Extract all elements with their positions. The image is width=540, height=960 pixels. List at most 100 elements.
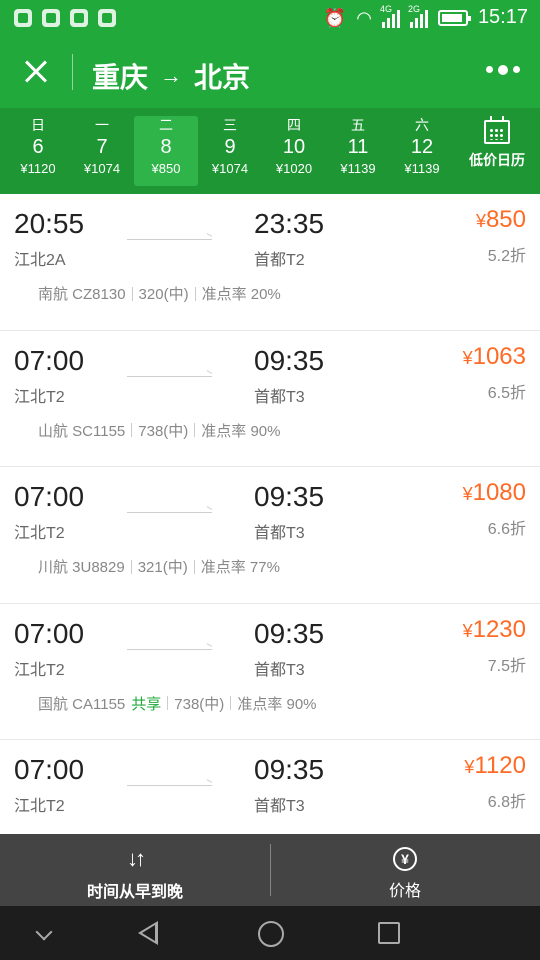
flight-row[interactable]: 07:00 江北T2 09:35 首都T3 ¥1080 6.6折 川航 3U88… bbox=[0, 467, 540, 604]
sort-by-price-button[interactable]: ¥ 价格 bbox=[270, 834, 540, 906]
date-item-selected[interactable]: 二 8 ¥850 bbox=[134, 116, 198, 186]
swift-app-icon bbox=[42, 9, 60, 27]
route-arrow: → bbox=[160, 63, 183, 88]
currency-symbol: ¥ bbox=[462, 484, 473, 504]
date-label: 8 bbox=[160, 136, 172, 158]
departure-airport: 江北T2 bbox=[14, 798, 65, 815]
flight-row[interactable]: 07:00 江北T2 09:35 首都T3 ¥1230 7.5折 国航 CA11… bbox=[0, 603, 540, 740]
departure-time: 20:55 bbox=[14, 208, 85, 239]
departure-airport: 江北2A bbox=[14, 252, 66, 269]
low-price-calendar-button[interactable]: 低价日历 bbox=[462, 116, 532, 170]
date-item[interactable]: 一 7 ¥1074 bbox=[70, 116, 134, 186]
departure-airport: 江北T2 bbox=[14, 525, 65, 542]
weekday-label: 五 bbox=[351, 117, 365, 133]
arrival-time: 09:35 bbox=[254, 344, 325, 376]
hide-nav-icon[interactable] bbox=[35, 923, 53, 941]
arrival-time: 09:35 bbox=[254, 754, 325, 785]
date-price: ¥1074 bbox=[83, 161, 121, 176]
flight-list: 20:55 江北2A 23:35 首都T2 ¥850 5.2折 南航 CZ813… bbox=[0, 194, 540, 877]
currency-symbol: ¥ bbox=[462, 620, 473, 641]
yen-icon: ¥ bbox=[393, 847, 417, 871]
date-label: 7 bbox=[96, 136, 108, 158]
date-label: 6 bbox=[32, 136, 44, 158]
weekday-label: 六 bbox=[415, 117, 429, 133]
departure-time: 07:00 bbox=[14, 344, 85, 376]
back-icon[interactable] bbox=[138, 921, 158, 945]
codeshare-badge: 共享 bbox=[131, 695, 162, 713]
price-value: 1080 bbox=[472, 479, 526, 506]
arrival-time: 23:35 bbox=[254, 208, 325, 239]
date-item[interactable]: 四 10 ¥1020 bbox=[262, 116, 326, 186]
sort-icon: ↓↑ bbox=[127, 846, 146, 871]
network-type-label: 4G bbox=[379, 3, 392, 14]
weekday-label: 日 bbox=[31, 117, 45, 133]
shield-app-icon bbox=[14, 9, 32, 27]
currency-symbol: ¥ bbox=[462, 347, 473, 368]
price-value: 1230 bbox=[472, 615, 526, 643]
flight-info: 南航 CZ8130 320(中) 准点率 20% bbox=[38, 283, 281, 304]
sort-label: 时间从早到晚 bbox=[86, 884, 183, 901]
wifi-icon: ◠ bbox=[356, 7, 372, 28]
route-line-icon bbox=[127, 239, 212, 240]
home-icon[interactable] bbox=[258, 921, 284, 947]
flight-info: 山航 SC1155 738(中) 准点率 90% bbox=[38, 420, 281, 441]
date-item[interactable]: 日 6 ¥1120 bbox=[6, 116, 70, 186]
ontime-rate: 准点率 90% bbox=[201, 422, 281, 440]
date-item[interactable]: 五 11 ¥1139 bbox=[326, 116, 390, 186]
currency-symbol: ¥ bbox=[464, 757, 475, 777]
sort-by-time-button[interactable]: ↓↑ 时间从早到晚 bbox=[0, 834, 270, 906]
currency-symbol: ¥ bbox=[475, 211, 486, 231]
ontime-rate: 准点率 90% bbox=[237, 695, 317, 713]
departure-airport: 江北T2 bbox=[14, 388, 65, 406]
aircraft-type: 738(中) bbox=[138, 422, 189, 440]
page-title: 重庆 → 北京 bbox=[92, 56, 250, 96]
discount-label: 7.5折 bbox=[487, 657, 526, 675]
arrival-airport: 首都T3 bbox=[254, 525, 305, 542]
battery-icon bbox=[437, 9, 471, 26]
flight-row[interactable]: 07:00 江北T2 09:35 首都T3 ¥1063 6.5折 山航 SC11… bbox=[0, 330, 540, 467]
bottom-action-bar: ↓↑ 时间从早到晚 ¥ 价格 bbox=[0, 834, 540, 906]
calendar-icon bbox=[484, 116, 510, 144]
discount-label: 6.8折 bbox=[487, 794, 526, 811]
title-divider bbox=[72, 54, 73, 90]
route-line-icon bbox=[127, 375, 212, 377]
airline-flight-number: 山航 SC1155 bbox=[38, 422, 126, 440]
price-sort-label: 价格 bbox=[388, 883, 421, 900]
date-strip: 日 6 ¥1120 一 7 ¥1074 二 8 ¥850 三 9 ¥1074 四… bbox=[0, 108, 540, 194]
flight-info: 川航 3U8829 321(中) 准点率 77% bbox=[38, 556, 280, 577]
departure-airport: 江北T2 bbox=[14, 661, 65, 679]
signal-icon-2: 2G bbox=[408, 4, 428, 28]
date-item[interactable]: 六 12 ¥1139 bbox=[390, 116, 454, 186]
close-button[interactable] bbox=[18, 52, 58, 92]
ontime-rate: 准点率 20% bbox=[201, 286, 281, 303]
network-type-label-2: 2G bbox=[407, 3, 420, 14]
arrival-airport: 首都T2 bbox=[254, 252, 305, 269]
price-value: 1120 bbox=[474, 752, 526, 779]
system-nav-bar bbox=[0, 906, 540, 960]
date-label: 10 bbox=[282, 136, 306, 158]
flight-price: ¥850 bbox=[476, 206, 526, 234]
calendar-label: 低价日历 bbox=[469, 152, 525, 168]
date-price: ¥850 bbox=[151, 161, 181, 176]
airline-flight-number: 川航 3U8829 bbox=[38, 559, 125, 576]
weekday-label: 三 bbox=[223, 117, 237, 133]
gallery-app-icon bbox=[70, 9, 88, 27]
departure-time: 07:00 bbox=[14, 754, 85, 785]
origin-city: 重庆 bbox=[92, 62, 149, 93]
aircraft-type: 321(中) bbox=[137, 559, 188, 576]
flight-price: ¥1120 bbox=[464, 752, 526, 780]
flight-info: 国航 CA1155 共享 738(中) 准点率 90% bbox=[38, 693, 317, 714]
more-options-button[interactable] bbox=[486, 64, 520, 75]
flight-row[interactable]: 20:55 江北2A 23:35 首都T2 ¥850 5.2折 南航 CZ813… bbox=[0, 194, 540, 331]
date-label: 11 bbox=[347, 136, 369, 158]
status-time: 15:17 bbox=[477, 6, 528, 28]
arrival-time: 09:35 bbox=[254, 617, 325, 649]
recent-apps-icon[interactable] bbox=[378, 922, 400, 944]
flight-price: ¥1063 bbox=[463, 343, 526, 371]
date-price: ¥1120 bbox=[20, 161, 56, 176]
date-price: ¥1139 bbox=[340, 161, 376, 176]
arrival-airport: 首都T3 bbox=[254, 798, 305, 815]
date-item[interactable]: 三 9 ¥1074 bbox=[198, 116, 262, 186]
aircraft-type: 320(中) bbox=[138, 286, 189, 303]
weekday-label: 二 bbox=[159, 117, 173, 133]
